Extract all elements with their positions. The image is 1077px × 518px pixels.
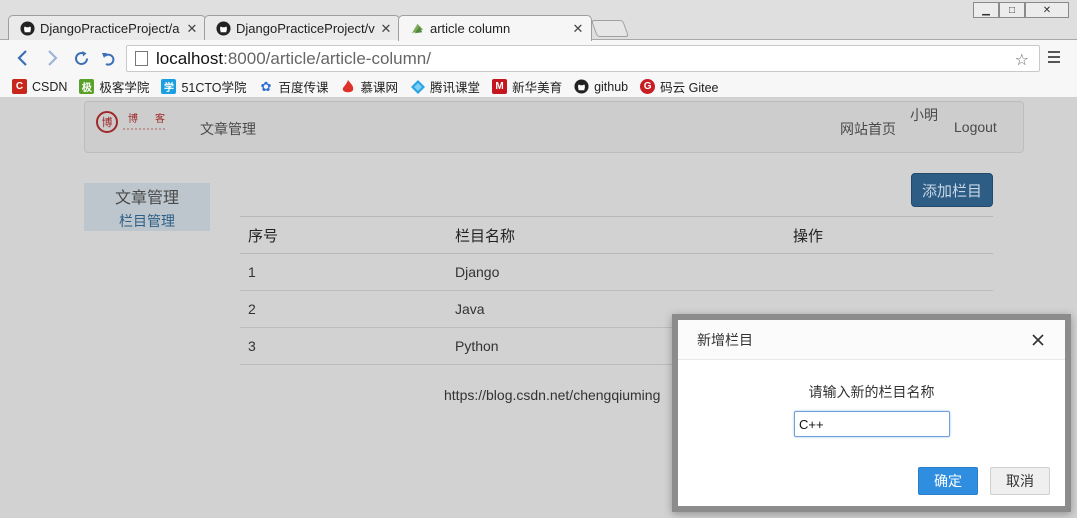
close-tab-icon[interactable]: ✕ <box>571 21 585 37</box>
site-logo[interactable]: 博 博 客 <box>95 109 175 135</box>
bookmark-star-icon[interactable]: ☆ <box>1015 50 1029 70</box>
xinhua-m-icon: M <box>492 79 508 94</box>
sidebar-title: 文章管理 <box>114 188 179 207</box>
tab-title: DjangoPracticeProject/a <box>40 21 180 36</box>
bookmark-xinhua-meiyu[interactable]: M 新华美育 <box>492 77 562 96</box>
dialog-prompt: 请输入新的栏目名称 <box>808 384 935 400</box>
bookmark-jikexueyuan[interactable]: 极极客学院 <box>79 77 149 96</box>
bookmark-label: 百度传课 <box>278 81 329 95</box>
nav-logout[interactable]: Logout <box>954 119 997 135</box>
cancel-button[interactable]: 取消 <box>990 467 1050 495</box>
nav-username: 小明 <box>910 107 938 123</box>
bookmark-csdn[interactable]: C CSDN <box>12 79 67 94</box>
close-tab-icon[interactable]: ✕ <box>379 21 393 37</box>
browser-tab-1[interactable]: DjangoPracticeProject/a ✕ <box>8 15 206 41</box>
bookmark-github[interactable]: github <box>574 79 628 94</box>
github-icon <box>19 21 35 37</box>
bookmark-label: 新华美育 <box>512 81 563 95</box>
bookmark-label: 码云 Gitee <box>660 81 719 95</box>
nav-article-manage[interactable]: 文章管理 <box>200 119 256 139</box>
row-column-name: Django <box>447 253 785 291</box>
bookmark-tencent-classroom[interactable]: 腾讯课堂 <box>410 77 480 96</box>
close-tab-icon[interactable]: ✕ <box>185 21 199 37</box>
undo-icon[interactable] <box>100 49 118 67</box>
footer-link[interactable]: https://blog.csdn.net/chengqiuming <box>444 387 660 403</box>
bookmark-label: CSDN <box>32 79 68 94</box>
column-name-input[interactable] <box>794 411 950 437</box>
row-index: 2 <box>240 290 447 328</box>
forward-icon[interactable] <box>43 49 61 67</box>
maximize-icon[interactable]: □ <box>999 2 1025 18</box>
confirm-button[interactable]: 确定 <box>918 467 978 495</box>
bookmark-imooc[interactable]: 慕课网 <box>341 77 399 96</box>
dialog-header: 新增栏目 <box>678 320 1065 360</box>
bookmark-51cto[interactable]: 学 51CTO学院 <box>161 77 247 96</box>
add-column-button[interactable]: 添加栏目 <box>911 173 993 207</box>
header-column-name: 栏目名称 <box>447 216 785 254</box>
browser-tab-active[interactable]: article column ✕ <box>398 15 592 41</box>
svg-text:博: 博 <box>102 116 113 129</box>
reload-icon[interactable] <box>72 49 90 67</box>
imooc-flame-icon <box>341 79 356 94</box>
bookmarks-bar: C CSDN 极极客学院 学 51CTO学院 ✿ 百度传课 慕课网 腾讯课堂 M 新华美… <box>0 76 1077 98</box>
dialog-title: 新增栏目 <box>697 331 753 348</box>
django-leaf-icon <box>409 21 425 37</box>
svg-text:客: 客 <box>155 112 165 125</box>
add-column-dialog: 新增栏目 请输入新的栏目名称 确定 取消 <box>672 314 1071 512</box>
address-path: :8000/article/article-column/ <box>223 48 431 68</box>
page-icon <box>135 51 148 66</box>
close-window-icon[interactable]: ✕ <box>1025 2 1069 18</box>
browser-tab-2[interactable]: DjangoPracticeProject/v ✕ <box>204 15 400 41</box>
browser-menu-icon[interactable] <box>1048 51 1060 66</box>
bookmark-baidu-chuanke[interactable]: ✿ 百度传课 <box>259 77 329 96</box>
address-bar[interactable]: localhost:8000/article/article-column/ ☆ <box>126 45 1040 72</box>
header-index: 序号 <box>240 216 447 254</box>
sidebar-item-column-manage[interactable]: 栏目管理 <box>84 211 210 231</box>
browser-titlebar: DjangoPracticeProject/a ✕ DjangoPractice… <box>0 0 1077 41</box>
site-navbar: 博 博 客 文章管理 网站首页 小明 Logout <box>84 101 1024 153</box>
row-index: 1 <box>240 253 447 291</box>
bookmark-label: 极客学院 <box>99 81 150 95</box>
tab-title: article column <box>430 21 511 36</box>
tencent-classroom-icon <box>410 79 425 94</box>
row-index: 3 <box>240 327 447 365</box>
bookmark-label: github <box>594 79 629 94</box>
address-host: localhost <box>156 48 224 68</box>
tab-title: DjangoPracticeProject/v <box>236 21 375 36</box>
51cto-icon: 学 <box>161 79 177 94</box>
csdn-icon: C <box>12 79 27 94</box>
jikexueyuan-icon: 极 <box>79 79 95 94</box>
svg-text:博: 博 <box>128 112 138 125</box>
back-icon[interactable] <box>14 49 32 67</box>
github-icon <box>574 79 589 94</box>
header-actions: 操作 <box>785 216 993 254</box>
close-icon[interactable] <box>1031 333 1045 347</box>
table-row: 1 Django <box>240 253 993 291</box>
window-controls: ▁ □ ✕ <box>973 2 1069 18</box>
table-header-row: 序号 栏目名称 操作 <box>240 216 993 254</box>
bookmark-label: 51CTO学院 <box>181 81 247 95</box>
baidu-paw-icon: ✿ <box>260 78 272 94</box>
gitee-icon: G <box>640 79 656 94</box>
nav-home[interactable]: 网站首页 <box>840 119 896 139</box>
github-icon <box>215 21 231 37</box>
minimize-icon[interactable]: ▁ <box>973 2 999 18</box>
bookmark-label: 慕课网 <box>360 81 399 95</box>
browser-toolbar: localhost:8000/article/article-column/ ☆ <box>0 40 1077 76</box>
sidebar: 文章管理 栏目管理 <box>84 183 210 231</box>
bookmark-gitee[interactable]: G 码云 Gitee <box>640 77 719 96</box>
bookmark-label: 腾讯课堂 <box>430 81 481 95</box>
row-actions <box>785 253 993 291</box>
new-tab-button[interactable] <box>590 20 630 37</box>
